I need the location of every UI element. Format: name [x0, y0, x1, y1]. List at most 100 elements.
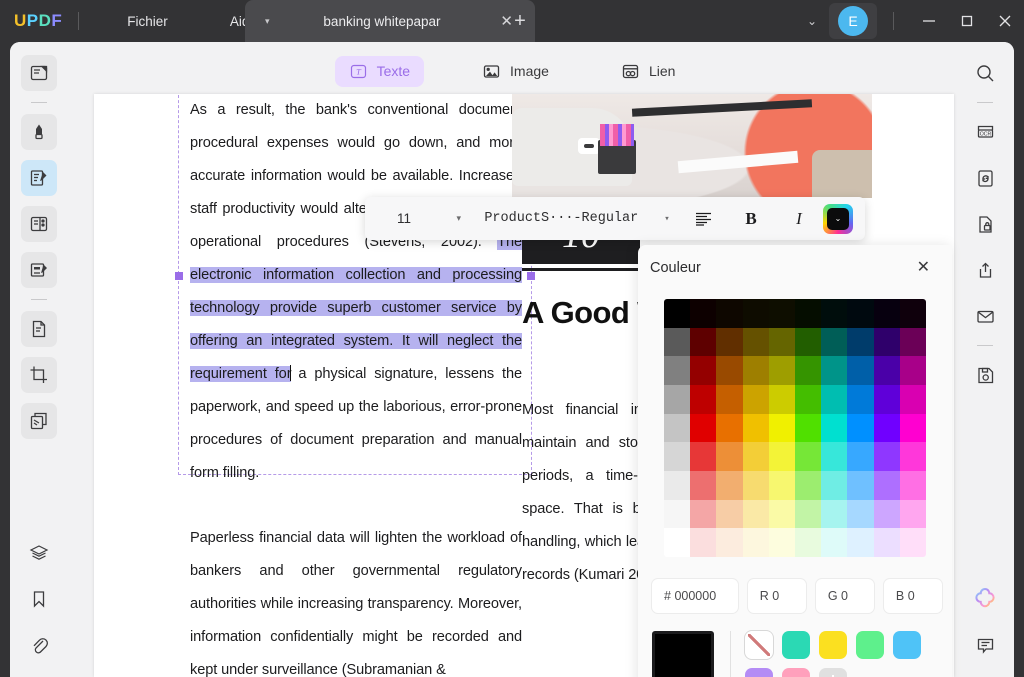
italic-button[interactable]: I — [775, 209, 823, 229]
selection-handle-right[interactable] — [527, 272, 535, 280]
swatch-pink[interactable] — [782, 668, 810, 677]
color-grid-cell[interactable] — [899, 442, 926, 471]
color-grid-cell[interactable] — [768, 413, 795, 443]
color-grid-cell[interactable] — [899, 528, 926, 557]
color-grid-cell[interactable] — [716, 442, 743, 471]
convert-icon[interactable] — [967, 160, 1003, 196]
close-icon[interactable] — [986, 0, 1024, 42]
color-grid-cell[interactable] — [716, 499, 743, 529]
color-grid-cell[interactable] — [795, 356, 822, 385]
color-grid-cell[interactable] — [821, 327, 848, 357]
color-grid-cell[interactable] — [899, 470, 926, 500]
color-grid-cell[interactable] — [716, 327, 743, 357]
mail-icon[interactable] — [967, 298, 1003, 334]
tab-image[interactable]: Image — [468, 56, 563, 87]
color-grid-cell[interactable] — [899, 356, 926, 385]
color-grid-cell[interactable] — [873, 442, 900, 471]
color-grid-cell[interactable] — [795, 470, 822, 500]
color-grid-cell[interactable] — [847, 327, 874, 357]
color-grid-cell[interactable] — [847, 442, 874, 471]
ai-assistant-icon[interactable] — [967, 581, 1003, 617]
color-grid-cell[interactable] — [795, 327, 822, 357]
color-grid-cell[interactable] — [690, 470, 717, 500]
color-grid-cell[interactable] — [690, 499, 717, 529]
color-grid-cell[interactable] — [742, 413, 769, 443]
swatch-green[interactable] — [856, 631, 884, 659]
color-grid-cell[interactable] — [847, 528, 874, 557]
color-grid-cell[interactable] — [716, 470, 743, 500]
text-color-button[interactable]: ⌄ — [823, 203, 853, 234]
color-grid-cell[interactable] — [795, 413, 822, 443]
color-grid-cell[interactable] — [873, 299, 900, 328]
color-grid-cell[interactable] — [873, 470, 900, 500]
color-grid-cell[interactable] — [847, 384, 874, 414]
edit-pdf-icon[interactable] — [21, 160, 57, 196]
color-grid-cell[interactable] — [716, 299, 743, 328]
maximize-icon[interactable] — [948, 0, 986, 42]
color-grid-cell[interactable] — [664, 299, 691, 328]
swatch-blue[interactable] — [893, 631, 921, 659]
search-icon[interactable] — [967, 55, 1003, 91]
color-grid-cell[interactable] — [873, 384, 900, 414]
color-grid-cell[interactable] — [742, 327, 769, 357]
color-grid-cell[interactable] — [690, 356, 717, 385]
color-grid-cell[interactable] — [847, 299, 874, 328]
bookmark-icon[interactable] — [21, 581, 57, 617]
color-grid-cell[interactable] — [768, 442, 795, 471]
font-family-selector[interactable]: ProductS···-Regular ▾ — [475, 211, 679, 226]
color-panel-close-icon[interactable]: ✕ — [917, 260, 930, 276]
form-icon[interactable] — [21, 252, 57, 288]
color-grid-cell[interactable] — [821, 299, 848, 328]
save-icon[interactable] — [967, 357, 1003, 393]
menu-fichier[interactable]: Fichier — [117, 10, 178, 33]
account-button[interactable]: E — [829, 3, 877, 39]
color-grid-cell[interactable] — [795, 528, 822, 557]
annotate-icon[interactable] — [21, 114, 57, 150]
color-grid-cell[interactable] — [690, 384, 717, 414]
swatch-purple[interactable] — [745, 668, 773, 677]
color-grid-cell[interactable] — [821, 470, 848, 500]
color-grid-cell[interactable] — [768, 499, 795, 529]
color-grid-cell[interactable] — [847, 499, 874, 529]
color-grid-cell[interactable] — [847, 356, 874, 385]
color-grid-cell[interactable] — [821, 384, 848, 414]
organize-pages-icon[interactable] — [21, 206, 57, 242]
color-grid-cell[interactable] — [821, 528, 848, 557]
paragraph-one[interactable]: As a result, the bank's conventional doc… — [190, 94, 522, 490]
color-grid-cell[interactable] — [899, 299, 926, 328]
font-size-selector[interactable]: 11 ▾ — [365, 211, 475, 226]
color-grid-cell[interactable] — [795, 384, 822, 414]
color-grid-cell[interactable] — [742, 528, 769, 557]
color-grid-cell[interactable] — [716, 356, 743, 385]
color-grid-cell[interactable] — [873, 528, 900, 557]
swatch-add[interactable] — [819, 668, 847, 677]
color-grid-cell[interactable] — [768, 470, 795, 500]
color-grid-cell[interactable] — [664, 327, 691, 357]
color-grid-cell[interactable] — [899, 499, 926, 529]
red-field[interactable]: R 0 — [747, 579, 806, 613]
color-grid-cell[interactable] — [768, 528, 795, 557]
color-grid-cell[interactable] — [742, 470, 769, 500]
color-grid-cell[interactable] — [768, 356, 795, 385]
color-grid-cell[interactable] — [768, 299, 795, 328]
swatch-yellow[interactable] — [819, 631, 847, 659]
bold-button[interactable]: B — [727, 209, 775, 229]
color-grid-cell[interactable] — [795, 499, 822, 529]
color-grid-cell[interactable] — [664, 528, 691, 557]
color-grid-cell[interactable] — [847, 470, 874, 500]
share-icon[interactable] — [967, 252, 1003, 288]
protect-icon[interactable] — [967, 206, 1003, 242]
color-grid-cell[interactable] — [768, 384, 795, 414]
color-grid-cell[interactable] — [664, 413, 691, 443]
color-grid-cell[interactable] — [768, 327, 795, 357]
color-grid-cell[interactable] — [690, 327, 717, 357]
color-grid-cell[interactable] — [690, 299, 717, 328]
color-grid-cell[interactable] — [690, 413, 717, 443]
hex-field[interactable]: # 000000 — [652, 579, 738, 613]
color-grid-cell[interactable] — [664, 356, 691, 385]
color-grid-cell[interactable] — [899, 384, 926, 414]
color-grid-cell[interactable] — [899, 327, 926, 357]
tab-lien[interactable]: Lien — [607, 56, 689, 87]
color-grid-cell[interactable] — [742, 356, 769, 385]
color-grid-cell[interactable] — [716, 528, 743, 557]
